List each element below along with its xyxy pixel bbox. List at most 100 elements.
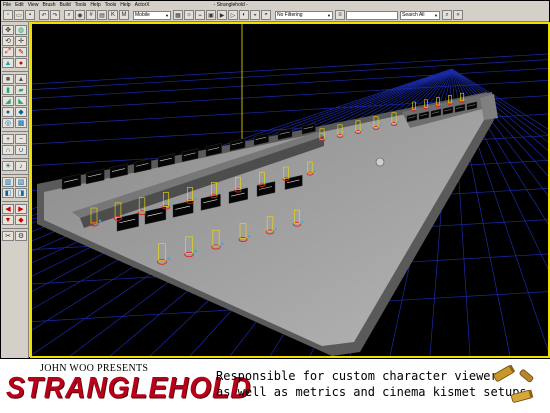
path-node: [361, 129, 364, 131]
add-volume-icon[interactable]: ▥: [2, 177, 14, 187]
hide-selected-icon[interactable]: ◨: [15, 188, 27, 198]
camera-speed-select[interactable]: Mobile ▼: [133, 10, 171, 20]
browser-icon[interactable]: ▤: [97, 10, 107, 20]
toggle-lock-icon[interactable]: ◒: [250, 10, 260, 20]
open-icon[interactable]: ▭: [14, 10, 24, 20]
menu-item-edit[interactable]: Edit: [15, 1, 24, 9]
search-actor-input[interactable]: [346, 10, 398, 20]
invert-selection-icon[interactable]: ◆: [15, 215, 27, 225]
path-node: [170, 203, 173, 206]
new-map-icon[interactable]: ▫: [3, 10, 13, 20]
tool-palette: ✥ ◍ ⟲ ✛ ⤢ ✎ ▲ ● ■ ▲ ▮ ▰ ◢ ◣ ● ◆ ◎ ▩ + − …: [1, 22, 29, 358]
build-paths-icon[interactable]: ⌁: [195, 10, 205, 20]
add-special-icon[interactable]: ▧: [15, 177, 27, 187]
toggle-view-icon[interactable]: ◓: [261, 10, 271, 20]
curved-stairs-icon[interactable]: ◣: [15, 96, 27, 106]
geometry-mode-icon[interactable]: ◍: [15, 25, 27, 35]
menu-item-help-2[interactable]: Help: [120, 1, 130, 9]
path-node: [218, 192, 221, 195]
perspective-viewport[interactable]: [30, 22, 550, 358]
actor-search-select[interactable]: Search All ▼: [400, 10, 440, 20]
cube-icon[interactable]: ■: [2, 74, 14, 84]
path-node: [343, 133, 346, 135]
build-all-icon[interactable]: ▣: [206, 10, 216, 20]
sheet-icon[interactable]: ▰: [15, 85, 27, 95]
menu-item-file[interactable]: File: [3, 1, 11, 9]
find-next-icon[interactable]: »: [453, 10, 463, 20]
filter-options-icon[interactable]: ≡: [335, 10, 345, 20]
brush-clip-icon[interactable]: ✂: [2, 231, 14, 241]
path-node: [265, 181, 268, 184]
stairs-icon[interactable]: ◢: [2, 96, 14, 106]
build-lighting-icon[interactable]: ☼: [184, 10, 194, 20]
chevron-down-icon: ▼: [434, 12, 438, 18]
menu-item-help[interactable]: Help: [90, 1, 100, 9]
scale-icon[interactable]: ⤢: [2, 47, 14, 57]
mirror-z-icon[interactable]: ▼: [2, 215, 14, 225]
find-icon[interactable]: ⌕: [442, 10, 452, 20]
main-toolbar: ▫ ▭ ▪ ↶ ↷ ⌕ ◉ # ▤ K M Mobile ▼ ▦ ☼ ⌁ ▣ ▶ …: [1, 9, 549, 22]
light-icon[interactable]: ☀: [2, 161, 14, 171]
sound-icon[interactable]: ♪: [15, 161, 27, 171]
volume-icon[interactable]: ▩: [15, 118, 27, 128]
camera-icon[interactable]: ◉: [75, 10, 85, 20]
terrain-icon[interactable]: ▲: [2, 58, 14, 68]
grid-icon[interactable]: #: [86, 10, 96, 20]
level-scene: [32, 24, 548, 356]
chevron-down-icon: ▼: [327, 12, 331, 18]
path-node: [379, 125, 382, 127]
camera-speed-value: Mobile: [135, 12, 150, 18]
csg-deintersect-icon[interactable]: ∪: [15, 145, 27, 155]
menu-item-view[interactable]: View: [28, 1, 39, 9]
brush-icon[interactable]: ✎: [15, 47, 27, 57]
player-start-icon[interactable]: [375, 157, 385, 167]
csg-intersect-icon[interactable]: ∩: [2, 145, 14, 155]
path-node: [122, 214, 125, 217]
search-icon[interactable]: ⌕: [64, 10, 74, 20]
menu-item-brush[interactable]: Brush: [42, 1, 55, 9]
path-node: [167, 257, 171, 260]
palette-divider: [2, 158, 28, 159]
camera-mode-icon[interactable]: ✥: [2, 25, 14, 35]
matinee-icon[interactable]: M: [119, 10, 129, 20]
show-selected-icon[interactable]: ◧: [2, 188, 14, 198]
redo-icon[interactable]: ↷: [50, 10, 60, 20]
menu-item-tools[interactable]: Tools: [75, 1, 87, 9]
path-node: [194, 197, 197, 201]
palette-divider: [2, 201, 28, 202]
path-node: [416, 107, 418, 110]
sphere-icon[interactable]: ●: [2, 107, 14, 117]
menu-bar: File Edit View Brush Build Tools Help To…: [1, 1, 549, 9]
menu-item-actorx[interactable]: ActorX: [135, 1, 150, 9]
move-icon[interactable]: ✛: [15, 36, 27, 46]
csg-add-icon[interactable]: +: [2, 134, 14, 144]
mirror-x-icon[interactable]: ◀: [2, 204, 14, 214]
palette-divider: [2, 131, 28, 132]
caption-line-2: as well as metrics and cinema kismet set…: [216, 385, 527, 399]
mirror-y-icon[interactable]: ▶: [15, 204, 27, 214]
rotate-icon[interactable]: ⟲: [2, 36, 14, 46]
kismet-icon[interactable]: K: [108, 10, 118, 20]
cylinder-icon[interactable]: ▮: [2, 85, 14, 95]
play-level-icon[interactable]: ▶: [217, 10, 227, 20]
play-console-icon[interactable]: ▷: [228, 10, 238, 20]
filter-select[interactable]: No Filtering ▼: [275, 10, 333, 20]
path-node: [428, 105, 430, 107]
stop-icon[interactable]: ●: [15, 58, 27, 68]
save-icon[interactable]: ▪: [25, 10, 35, 20]
build-geometry-icon[interactable]: ▦: [173, 10, 183, 20]
brush-options-icon[interactable]: ⚙: [15, 231, 27, 241]
tetrahedron-icon[interactable]: ◆: [15, 107, 27, 117]
menu-item-tools-2[interactable]: Tools: [105, 1, 117, 9]
bullet-shells-icon: [493, 365, 534, 403]
undo-icon[interactable]: ↶: [39, 10, 49, 20]
path-node: [98, 219, 102, 223]
menu-item-build[interactable]: Build: [60, 1, 71, 9]
cone-icon[interactable]: ▲: [15, 74, 27, 84]
csg-subtract-icon[interactable]: −: [15, 134, 27, 144]
spiral-icon[interactable]: ◎: [2, 118, 14, 128]
chevron-down-icon: ▼: [165, 12, 169, 18]
path-node: [146, 208, 149, 212]
palette-divider: [2, 228, 28, 229]
toggle-realtime-icon[interactable]: ◐: [239, 10, 249, 20]
